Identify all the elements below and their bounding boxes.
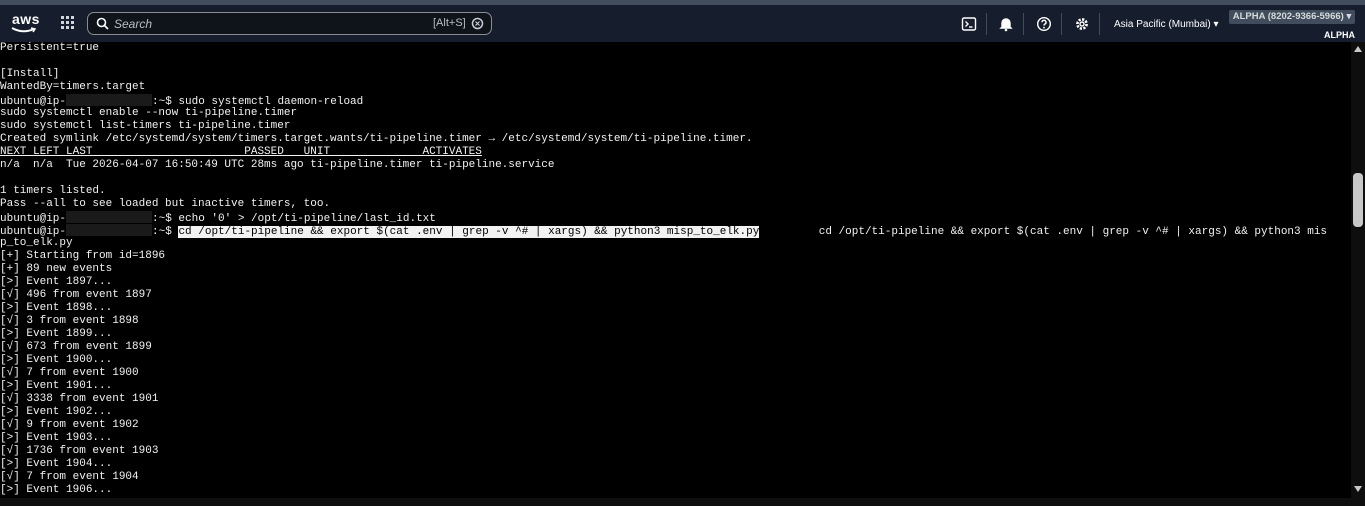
- terminal-line: [>] Event 1898...: [0, 302, 113, 314]
- selected-command[interactable]: cd /opt/ti-pipeline && export $(cat .env…: [178, 226, 760, 238]
- timer-table-header: NEXT LEFT LAST PASSED UNIT ACTIVATES: [0, 146, 482, 158]
- aws-console-header: aws [Alt+S]: [0, 0, 1365, 42]
- search-box[interactable]: [Alt+S]: [87, 12, 492, 35]
- scrollbar-thumb[interactable]: [1353, 173, 1363, 227]
- aws-logo[interactable]: aws: [10, 11, 40, 37]
- terminal-line: [>] Event 1901...: [0, 380, 113, 392]
- command-text: cd /opt/ti-pipeline && export $(cat .env…: [759, 226, 1328, 238]
- terminal-icon[interactable]: [961, 16, 977, 32]
- nav-divider: [986, 13, 987, 35]
- terminal-line: p_to_elk.py: [0, 237, 73, 249]
- terminal-line: [√] 7 from event 1900: [0, 367, 139, 379]
- terminal-line: [√] 3 from event 1898: [0, 315, 139, 327]
- terminal-line: [>] Event 1897...: [0, 276, 113, 288]
- terminal-line: [>] Event 1902...: [0, 406, 113, 418]
- nav-divider: [1023, 13, 1024, 35]
- terminal-line: [√] 9 from event 1902: [0, 419, 139, 431]
- terminal-line: [√] 3338 from event 1901: [0, 393, 159, 405]
- nav-divider: [1099, 13, 1100, 35]
- terminal-line: 1 timers listed.: [0, 185, 106, 197]
- redacted-hostname: [66, 94, 153, 106]
- search-shortcut: [Alt+S]: [433, 17, 466, 29]
- scroll-up-arrow-icon[interactable]: [1354, 46, 1362, 52]
- search-icon: [96, 17, 109, 30]
- redacted-hostname: [66, 224, 153, 236]
- terminal-prompt-line: ubuntu@ip-:~$ cd /opt/ti-pipeline && exp…: [0, 224, 1328, 238]
- terminal-line: [+] Starting from id=1896: [0, 250, 166, 262]
- search-dismiss-icon[interactable]: [471, 17, 484, 30]
- terminal-line: sudo systemctl enable --now ti-pipeline.…: [0, 107, 298, 119]
- timer-table-row: n/a n/a Tue 2026-04-07 16:50:49 UTC 28ms…: [0, 159, 555, 171]
- terminal-line: [√] 496 from event 1897: [0, 289, 152, 301]
- cloudshell-terminal[interactable]: Persistent=true [Install] WantedBy=timer…: [0, 42, 1351, 498]
- terminal-line: Created symlink /etc/systemd/system/time…: [0, 133, 753, 145]
- account-alias: ALPHA: [1324, 30, 1355, 40]
- terminal-bottom-edge: [0, 498, 1365, 506]
- prompt-suffix: :~$: [152, 226, 172, 238]
- terminal-line: [+] 89 new events: [0, 263, 113, 275]
- terminal-line: [√] 673 from event 1899: [0, 341, 152, 353]
- redacted-hostname: [66, 211, 153, 223]
- terminal-line: [√] 7 from event 1904: [0, 471, 139, 483]
- bell-icon[interactable]: [998, 16, 1014, 32]
- terminal-line: [>] Event 1904...: [0, 458, 113, 470]
- gear-icon[interactable]: [1074, 16, 1090, 32]
- nav-divider: [1061, 13, 1062, 35]
- terminal-line: sudo systemctl list-timers ti-pipeline.t…: [0, 120, 291, 132]
- terminal-line: [Install]: [0, 68, 60, 80]
- terminal-scrollbar[interactable]: [1351, 42, 1365, 498]
- account-menu[interactable]: ALPHA (8202-9366-5966) ▾: [1229, 10, 1355, 24]
- terminal-line: Persistent=true: [0, 42, 100, 54]
- terminal-line: [>] Event 1903...: [0, 432, 113, 444]
- terminal-prompt-line: ubuntu@ip-:~$ echo '0' > /opt/ti-pipelin…: [0, 211, 436, 225]
- help-icon[interactable]: [1036, 16, 1052, 32]
- terminal-prompt-line: ubuntu@ip-:~$ sudo systemctl daemon-relo…: [0, 94, 363, 108]
- terminal-line: WantedBy=timers.target: [0, 81, 146, 93]
- terminal-line: Pass --all to see loaded but inactive ti…: [0, 198, 331, 210]
- grid-icon[interactable]: [61, 16, 75, 30]
- aws-smile-icon: [11, 27, 37, 33]
- scroll-down-arrow-icon[interactable]: [1354, 486, 1362, 492]
- terminal-line: [>] Event 1906...: [0, 484, 113, 496]
- terminal-line: [>] Event 1899...: [0, 328, 113, 340]
- region-selector[interactable]: Asia Pacific (Mumbai) ▾: [1114, 19, 1219, 30]
- terminal-line: [>] Event 1900...: [0, 354, 113, 366]
- terminal-line: [√] 1736 from event 1903: [0, 445, 159, 457]
- search-input[interactable]: [114, 15, 414, 32]
- aws-logo-text: aws: [12, 11, 40, 27]
